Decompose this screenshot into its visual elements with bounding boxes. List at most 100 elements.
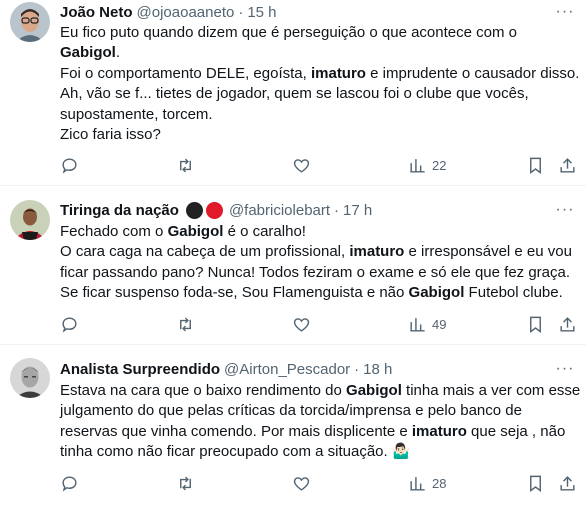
share-icon: [560, 317, 575, 332]
display-name[interactable]: João Neto: [60, 4, 133, 21]
tweet-text: Fechado com o Gabigol é o caralho! O cara…: [60, 222, 580, 304]
heart-icon: [293, 318, 310, 332]
footballer-avatar[interactable]: [10, 200, 50, 240]
retweet-button[interactable]: [176, 315, 195, 334]
bold-keyword: imaturo: [349, 243, 405, 261]
bold-keyword: imaturo: [310, 64, 366, 82]
views-button[interactable]: 28: [408, 474, 446, 493]
like-button[interactable]: [292, 474, 311, 493]
tweet[interactable]: João Neto @ojoaoaaneto · 15 h ··· Eu fic…: [0, 0, 586, 186]
bookmark-icon: [530, 157, 541, 175]
text-segment: e irresponsável e eu vou: [404, 243, 572, 261]
text-segment: tinha como não ficar preocupado com a si…: [60, 443, 411, 461]
text-segment: que seja , não: [466, 422, 566, 440]
reply-button[interactable]: [60, 156, 79, 175]
text-segment: ficar passando pano? Nunca! Todos fezira…: [60, 263, 571, 281]
text-segment: Se ficar suspenso foda-se, Sou Flamengui…: [60, 284, 409, 302]
text-segment: Zico faria isso?: [60, 126, 161, 144]
text-segment: julgamento do que pelas críticas da torc…: [60, 402, 522, 420]
reply-icon: [62, 317, 77, 333]
share-button[interactable]: [558, 156, 577, 175]
timestamp[interactable]: 15 h: [247, 4, 276, 21]
user-handle[interactable]: @fabriciolebart: [229, 202, 330, 219]
retweet-icon: [180, 158, 191, 173]
red-circle-emoji-icon: [205, 201, 223, 219]
text-segment: reservas que vinha comendo. Por mais dis…: [60, 422, 412, 440]
tweet-text-line: Estava na cara que o baixo rendimento do…: [60, 381, 580, 401]
text-segment: é o caralho!: [223, 223, 306, 240]
black-circle-emoji-icon: [185, 201, 203, 219]
text-segment: Fechado com o: [60, 223, 168, 240]
analytics-icon: [410, 159, 425, 173]
more-options-icon[interactable]: ···: [556, 3, 574, 21]
bookmark-button[interactable]: [526, 315, 545, 334]
views-button[interactable]: 49: [408, 315, 446, 334]
views-count: 49: [432, 317, 447, 332]
share-button[interactable]: [558, 315, 577, 334]
like-button[interactable]: [292, 315, 311, 334]
separator-dot: ·: [238, 3, 244, 21]
tweet-text-line: julgamento do que pelas críticas da torc…: [60, 401, 580, 421]
text-segment: Foi o comportamento DELE, egoísta,: [60, 64, 311, 82]
tweet-header: Analista Surpreendido @Airton_Pescador ·…: [60, 359, 392, 379]
tweet-actions: 22: [60, 156, 576, 176]
text-segment: Ah, vão se f... tietes de jogador, quem …: [60, 85, 529, 103]
analytics-icon: [410, 318, 425, 332]
tweet[interactable]: Analista Surpreendido @Airton_Pescador ·…: [0, 345, 586, 506]
tweet-text-line: ficar passando pano? Nunca! Todos fezira…: [60, 263, 580, 283]
bold-keyword: Gabigol: [346, 382, 402, 399]
more-options-icon[interactable]: ···: [556, 201, 574, 219]
heart-icon: [293, 159, 310, 173]
tweet-text-line: Zico faria isso?: [60, 125, 580, 145]
text-segment: .: [115, 44, 121, 62]
tweet-header: Tiringa da nação @fabriciolebart · 17 h: [60, 200, 372, 220]
bold-keyword: Gabigol: [408, 284, 465, 302]
retweet-icon: [180, 476, 191, 491]
text-segment: Estava na cara que o baixo rendimento do: [60, 382, 347, 399]
grayscale-portrait-avatar[interactable]: [10, 358, 50, 398]
tweet-text-line: reservas que vinha comendo. Por mais dis…: [60, 422, 580, 442]
tweet-text-line: O cara caga na cabeça de um profissional…: [60, 242, 580, 262]
text-segment: O cara caga na cabeça de um profissional…: [60, 243, 350, 261]
bookmark-button[interactable]: [526, 156, 545, 175]
tweet[interactable]: Tiringa da nação @fabriciolebart · 17 h …: [0, 186, 586, 345]
retweet-button[interactable]: [176, 474, 195, 493]
text-segment: tinha mais a ver com esse: [401, 382, 581, 399]
tweet-text-line: Se ficar suspenso foda-se, Sou Flamengui…: [60, 283, 580, 303]
share-button[interactable]: [558, 474, 577, 493]
reply-button[interactable]: [60, 474, 79, 493]
reply-icon: [62, 158, 77, 174]
views-count: 22: [432, 158, 447, 173]
share-icon: [560, 476, 575, 491]
like-button[interactable]: [292, 156, 311, 175]
bookmark-button[interactable]: [526, 474, 545, 493]
views-button[interactable]: 22: [408, 156, 446, 175]
tweet-text-line: Gabigol.: [60, 43, 580, 63]
tweet-actions: 49: [60, 315, 576, 335]
retweet-icon: [180, 317, 191, 332]
display-name[interactable]: Tiringa da nação: [60, 202, 179, 219]
text-segment: e imprudente o causador disso.: [365, 64, 580, 82]
bold-keyword: Gabigol: [167, 223, 224, 240]
tweet-text-line: Eu fico puto quando dizem que é persegui…: [60, 23, 580, 43]
more-options-icon[interactable]: ···: [556, 360, 574, 378]
separator-dot: ·: [334, 201, 340, 219]
timestamp[interactable]: 17 h: [343, 202, 372, 219]
share-icon: [560, 158, 575, 173]
tweet-actions: 28: [60, 474, 576, 494]
text-segment: Futebol clube.: [464, 284, 563, 302]
user-handle[interactable]: @ojoaoaaneto: [137, 4, 235, 21]
reply-button[interactable]: [60, 315, 79, 334]
retweet-button[interactable]: [176, 156, 195, 175]
bookmark-icon: [530, 475, 541, 493]
tweet-text-line: Fechado com o Gabigol é o caralho!: [60, 222, 580, 242]
man-with-glasses-avatar[interactable]: [10, 2, 50, 42]
user-handle[interactable]: @Airton_Pescador: [224, 361, 350, 378]
text-segment: Eu fico puto quando dizem que é persegui…: [60, 24, 517, 41]
heart-icon: [293, 477, 310, 491]
bookmark-icon: [530, 316, 541, 334]
text-segment: supostamente, torcem.: [60, 105, 213, 123]
timestamp[interactable]: 18 h: [363, 361, 392, 378]
analytics-icon: [410, 477, 425, 491]
display-name[interactable]: Analista Surpreendido: [60, 361, 220, 378]
